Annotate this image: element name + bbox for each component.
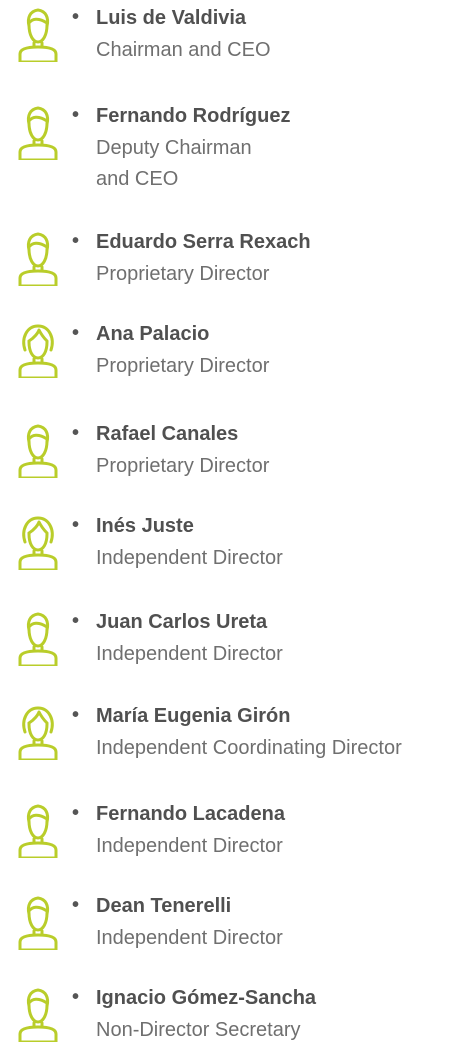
person-male-icon (14, 890, 62, 950)
board-members-list: • Luis de Valdivia Chairman and CEO • Ferna… (0, 0, 455, 1057)
bullet: • (72, 322, 80, 344)
member-role: Independent Director (96, 643, 283, 665)
board-member: • Ignacio Gómez-Sancha Non-Director Secret… (0, 980, 455, 1060)
bullet: • (72, 986, 80, 1008)
member-name: Luis de Valdivia (96, 7, 247, 29)
member-name: Inés Juste (96, 515, 194, 537)
member-role: Deputy Chairman (96, 137, 252, 159)
board-member: • Inés Juste Independent Director (0, 508, 455, 588)
bullet: • (72, 6, 80, 28)
member-role: Proprietary Director (96, 263, 270, 285)
person-male-icon (14, 606, 62, 666)
member-name: Ignacio Gómez-Sancha (96, 987, 317, 1009)
member-name: Fernando Lacadena (96, 803, 285, 825)
member-name: Rafael Canales (96, 423, 239, 445)
member-role: Independent Director (96, 547, 283, 569)
bullet: • (72, 230, 80, 252)
member-role: Chairman and CEO (96, 39, 271, 61)
board-member: • Rafael Canales Proprietary Director (0, 416, 455, 496)
board-member: • Eduardo Serra Rexach Proprietary Directo… (0, 224, 455, 304)
board-member: • María Eugenia Girón Independent Coordina… (0, 698, 455, 778)
person-female-icon (14, 318, 62, 378)
bullet: • (72, 894, 80, 916)
member-name: Juan Carlos Ureta (96, 611, 268, 633)
person-male-icon (14, 100, 62, 160)
member-name: María Eugenia Girón (96, 705, 291, 727)
person-female-icon (14, 510, 62, 570)
bullet: • (72, 104, 80, 126)
member-role: Independent Coordinating Director (96, 737, 402, 759)
member-role: and CEO (96, 168, 179, 190)
bullet: • (72, 610, 80, 632)
bullet: • (72, 802, 80, 824)
person-male-icon (14, 2, 62, 62)
member-role: Proprietary Director (96, 355, 270, 377)
board-member: • Luis de Valdivia Chairman and CEO (0, 0, 455, 80)
bullet: • (72, 514, 80, 536)
board-member: • Dean Tenerelli Independent Director (0, 888, 455, 968)
member-role: Proprietary Director (96, 455, 270, 477)
member-name: Fernando Rodríguez (96, 105, 291, 127)
person-male-icon (14, 418, 62, 478)
member-name: Eduardo Serra Rexach (96, 231, 311, 253)
person-female-icon (14, 700, 62, 760)
board-member: • Ana Palacio Proprietary Director (0, 316, 455, 396)
member-name: Dean Tenerelli (96, 895, 232, 917)
person-male-icon (14, 982, 62, 1042)
member-role: Independent Director (96, 835, 283, 857)
board-member: • Fernando Rodríguez Deputy Chairman and CE… (0, 98, 455, 190)
person-male-icon (14, 226, 62, 286)
member-name: Ana Palacio (96, 323, 210, 345)
bullet: • (72, 704, 80, 726)
board-member: • Fernando Lacadena Independent Director (0, 796, 455, 876)
board-member: • Juan Carlos Ureta Independent Director (0, 604, 455, 684)
bullet: • (72, 422, 80, 444)
person-male-icon (14, 798, 62, 858)
member-role: Non-Director Secretary (96, 1019, 301, 1041)
member-role: Independent Director (96, 927, 283, 949)
